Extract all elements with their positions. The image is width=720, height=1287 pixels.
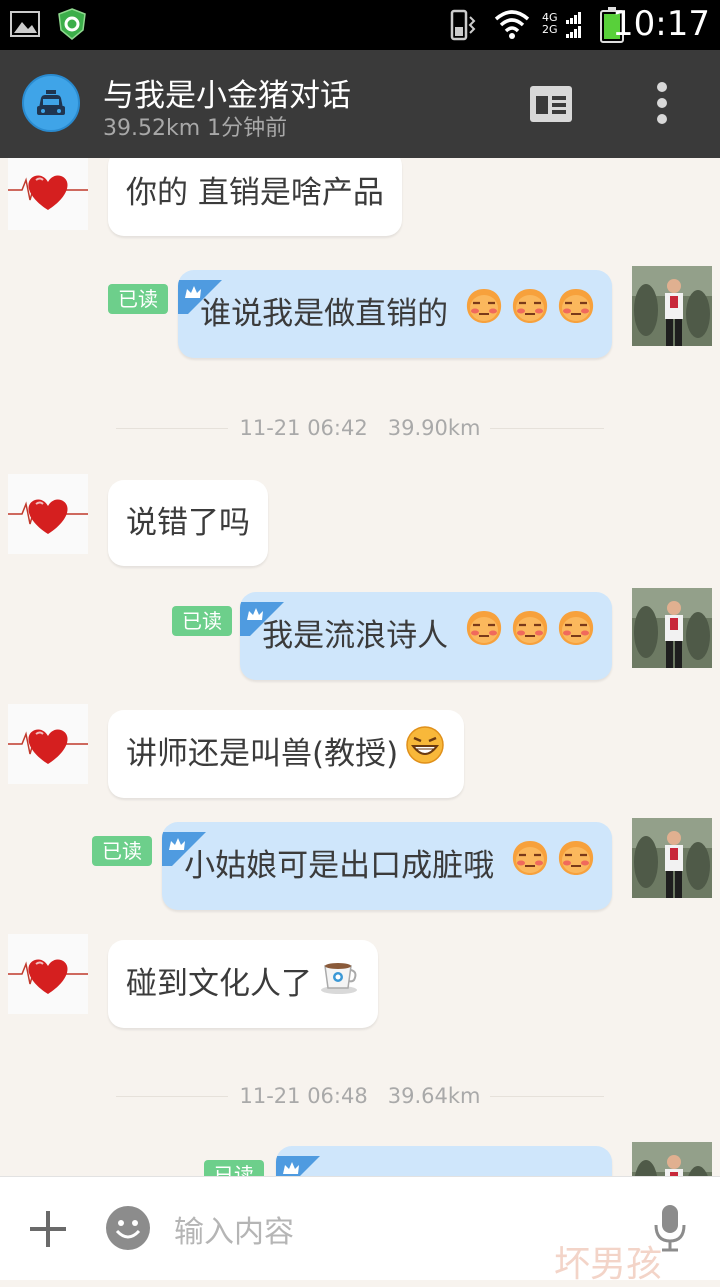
crown-corner-icon (240, 592, 285, 636)
signal-strength-icon (566, 12, 582, 42)
clock: 10:17 (612, 4, 710, 44)
chat-header: 与我是小金猪对话 39.52km 1分钟前 (0, 50, 720, 158)
vibrate-mode-icon (450, 9, 478, 45)
time-separator: 11-21 06:48 39.64km (239, 1084, 481, 1108)
message-bubble[interactable]: 说错了吗 (108, 480, 268, 566)
crown-corner-icon (162, 822, 207, 866)
crown-corner-icon (178, 270, 223, 314)
network-indicator: 4G 2G (542, 11, 558, 36)
blushing-face-emoji-icon (510, 272, 550, 360)
emoji-smiley-icon[interactable] (105, 1205, 151, 1255)
message-bubble[interactable]: 谁说我是做直销的 (178, 270, 612, 358)
message-bubble[interactable]: 我是流浪诗人 (240, 592, 612, 680)
gallery-notification-icon (10, 10, 40, 42)
plus-icon[interactable] (28, 1209, 68, 1253)
message-bubble[interactable]: 你的 直销是啥产品 (108, 158, 402, 236)
blushing-face-emoji-icon (556, 594, 596, 682)
message-bubble[interactable] (276, 1146, 612, 1176)
message-text: 讲师还是叫兽(教授) (126, 736, 399, 772)
message-bubble[interactable]: 讲师还是叫兽(教授) (108, 710, 465, 800)
watermark-text: 坏男孩 (553, 1244, 662, 1285)
blushing-face-emoji-icon (556, 272, 596, 360)
chat-title: 与我是小金猪对话 (103, 78, 351, 114)
blushing-face-emoji-icon (464, 272, 504, 360)
message-bubble[interactable]: 小姑娘可是出口成脏哦 (162, 822, 612, 910)
time-separator: 11-21 06:42 39.90km (239, 416, 481, 440)
chat-subtitle: 39.52km 1分钟前 (103, 116, 288, 141)
message-text: 小姑娘可是出口成脏哦 (184, 848, 495, 884)
blushing-face-emoji-icon (510, 824, 550, 912)
read-status-badge: 已读 (204, 1160, 264, 1176)
coffee-cup-emoji-icon (318, 942, 360, 1030)
profile-card-icon[interactable] (528, 84, 574, 128)
heart-avatar-icon[interactable] (8, 934, 88, 1014)
message-list[interactable]: 你的 直销是啥产品 已读 谁说我是做直销的 11-21 06:42 39.90k… (0, 158, 720, 1176)
blushing-face-emoji-icon (464, 594, 504, 682)
message-text: 我是流浪诗人 (262, 618, 449, 654)
user-photo-avatar[interactable] (632, 1142, 712, 1176)
read-status-badge: 已读 (108, 284, 168, 314)
heart-avatar-icon[interactable] (8, 474, 88, 554)
read-status-badge: 已读 (92, 836, 152, 866)
crown-corner-icon (276, 1146, 320, 1176)
message-text: 谁说我是做直销的 (200, 296, 449, 332)
microphone-icon[interactable] (652, 1203, 688, 1257)
heart-avatar-icon[interactable] (8, 158, 88, 230)
message-bubble[interactable]: 碰到文化人了 (108, 940, 378, 1028)
wifi-icon (494, 9, 530, 43)
user-photo-avatar[interactable] (632, 588, 712, 668)
input-bar: 输入内容 坏男孩 (0, 1176, 720, 1285)
read-status-badge: 已读 (172, 606, 232, 636)
blushing-face-emoji-icon (510, 594, 550, 682)
user-photo-avatar[interactable] (632, 266, 712, 346)
user-photo-avatar[interactable] (632, 818, 712, 898)
blushing-face-emoji-icon (556, 824, 596, 912)
heart-avatar-icon[interactable] (8, 704, 88, 784)
taxi-avatar-icon[interactable] (22, 74, 80, 132)
message-input[interactable]: 输入内容 (174, 1207, 294, 1251)
overflow-menu-icon[interactable] (655, 81, 669, 129)
security-shield-icon (58, 8, 86, 44)
laughing-face-emoji-icon (404, 712, 446, 800)
status-bar: 4G 2G 10:17 (0, 0, 720, 50)
message-text: 碰到文化人了 (126, 966, 312, 1002)
